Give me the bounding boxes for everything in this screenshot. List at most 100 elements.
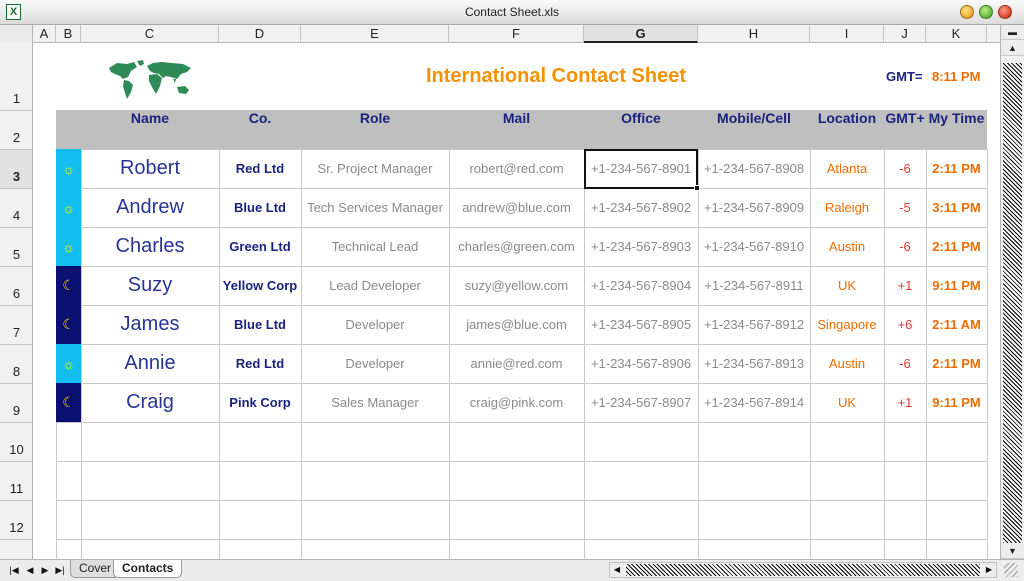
selected-cell-outline[interactable] — [584, 149, 698, 189]
cell-mobile[interactable]: +1-234-567-8910 — [698, 227, 810, 266]
cell-office[interactable]: +1-234-567-8906 — [584, 344, 698, 383]
cell-location[interactable]: Atlanta — [810, 149, 884, 188]
maximize-button[interactable] — [979, 5, 993, 19]
fill-handle[interactable] — [694, 185, 700, 191]
cell-mobile[interactable]: +1-234-567-8908 — [698, 149, 810, 188]
cell-my-time[interactable]: 9:11 PM — [926, 266, 987, 305]
cell-name[interactable]: Suzy — [81, 266, 219, 305]
cell-mail[interactable]: craig@pink.com — [449, 383, 584, 422]
column-title-location[interactable]: Location — [810, 110, 884, 149]
cell-mobile[interactable]: +1-234-567-8913 — [698, 344, 810, 383]
cell-office[interactable]: +1-234-567-8902 — [584, 188, 698, 227]
cell-mail[interactable]: andrew@blue.com — [449, 188, 584, 227]
cell-role[interactable]: Tech Services Manager — [301, 188, 449, 227]
cell-company[interactable]: Pink Corp — [219, 383, 301, 422]
cell-role[interactable]: Technical Lead — [301, 227, 449, 266]
cell-name[interactable]: Andrew — [81, 188, 219, 227]
cell-company[interactable]: Blue Ltd — [219, 305, 301, 344]
row-header-2[interactable]: 2 — [0, 111, 32, 150]
cell-name[interactable]: James — [81, 305, 219, 344]
cell-office[interactable]: +1-234-567-8904 — [584, 266, 698, 305]
close-button[interactable] — [998, 5, 1012, 19]
column-header-b[interactable]: B — [56, 25, 81, 43]
cell-role[interactable]: Developer — [301, 305, 449, 344]
split-handle[interactable]: ▬ — [1001, 25, 1024, 40]
row-header-6[interactable]: 6 — [0, 267, 32, 306]
cell-gmt[interactable]: -6 — [884, 227, 926, 266]
cell-location[interactable]: UK — [810, 383, 884, 422]
cell-mobile[interactable]: +1-234-567-8912 — [698, 305, 810, 344]
cell-office[interactable]: +1-234-567-8907 — [584, 383, 698, 422]
cell-location[interactable]: UK — [810, 266, 884, 305]
column-header-j[interactable]: J — [884, 25, 926, 43]
cell-company[interactable]: Green Ltd — [219, 227, 301, 266]
scroll-up-button[interactable]: ▲ — [1001, 41, 1024, 56]
last-sheet-button[interactable]: ▶| — [53, 562, 67, 578]
cell-gmt[interactable]: +1 — [884, 266, 926, 305]
cell-role[interactable]: Sales Manager — [301, 383, 449, 422]
cell-office[interactable]: +1-234-567-8905 — [584, 305, 698, 344]
cell-gmt[interactable]: -5 — [884, 188, 926, 227]
horizontal-scrollbar[interactable]: ◀ ▶ — [609, 562, 997, 578]
sun-icon[interactable]: ☼ — [56, 188, 81, 227]
gmt-time[interactable]: 8:11 PM — [932, 69, 980, 84]
cell-location[interactable]: Austin — [810, 344, 884, 383]
column-header-a[interactable]: A — [33, 25, 56, 43]
select-all-corner[interactable] — [0, 25, 33, 43]
column-title-mobile[interactable]: Mobile/Cell — [698, 110, 810, 149]
cell-company[interactable]: Yellow Corp — [219, 266, 301, 305]
column-title-company[interactable]: Co. — [219, 110, 301, 149]
row-header-9[interactable]: 9 — [0, 384, 32, 423]
cell-my-time[interactable]: 2:11 PM — [926, 344, 987, 383]
column-header-g[interactable]: G — [584, 25, 698, 43]
vertical-scrollbar[interactable]: ▬ ▲ ▼ — [1000, 25, 1024, 559]
cell-mail[interactable]: james@blue.com — [449, 305, 584, 344]
cell-mail[interactable]: robert@red.com — [449, 149, 584, 188]
first-sheet-button[interactable]: |◀ — [7, 562, 21, 578]
cell-location[interactable]: Singapore — [810, 305, 884, 344]
cell-mail[interactable]: charles@green.com — [449, 227, 584, 266]
row-header-7[interactable]: 7 — [0, 306, 32, 345]
column-title-name[interactable]: Name — [81, 110, 219, 149]
cell-location[interactable]: Austin — [810, 227, 884, 266]
cell-role[interactable]: Developer — [301, 344, 449, 383]
scroll-right-button[interactable]: ▶ — [982, 563, 996, 577]
row-header-11[interactable]: 11 — [0, 462, 32, 501]
cell-my-time[interactable]: 2:11 PM — [926, 149, 987, 188]
cell-company[interactable]: Red Ltd — [219, 149, 301, 188]
column-title-role[interactable]: Role — [301, 110, 449, 149]
row-header-5[interactable]: 5 — [0, 228, 32, 267]
cell-office[interactable]: +1-234-567-8903 — [584, 227, 698, 266]
horizontal-scroll-track[interactable] — [626, 564, 980, 576]
tab-contacts[interactable]: Contacts — [113, 560, 183, 578]
cell-company[interactable]: Blue Ltd — [219, 188, 301, 227]
row-header-1[interactable]: 1 — [0, 43, 32, 111]
cell-mobile[interactable]: +1-234-567-8911 — [698, 266, 810, 305]
cell-name[interactable]: Annie — [81, 344, 219, 383]
cell-gmt[interactable]: +6 — [884, 305, 926, 344]
cell-mobile[interactable]: +1-234-567-8914 — [698, 383, 810, 422]
cell-my-time[interactable]: 9:11 PM — [926, 383, 987, 422]
cell-mail[interactable]: annie@red.com — [449, 344, 584, 383]
column-header-i[interactable]: I — [810, 25, 884, 43]
column-header-c[interactable]: C — [81, 25, 219, 43]
cell-location[interactable]: Raleigh — [810, 188, 884, 227]
vertical-scroll-track[interactable] — [1003, 63, 1022, 543]
cell-role[interactable]: Lead Developer — [301, 266, 449, 305]
cell-mobile[interactable]: +1-234-567-8909 — [698, 188, 810, 227]
scroll-left-button[interactable]: ◀ — [610, 563, 624, 577]
cell-gmt[interactable]: +1 — [884, 383, 926, 422]
moon-icon[interactable]: ☾ — [56, 383, 81, 422]
prev-sheet-button[interactable]: ◀ — [23, 562, 37, 578]
sun-icon[interactable]: ☼ — [56, 344, 81, 383]
column-header-h[interactable]: H — [698, 25, 810, 43]
column-title-office[interactable]: Office — [584, 110, 698, 149]
scroll-down-button[interactable]: ▼ — [1001, 544, 1024, 559]
cell-my-time[interactable]: 2:11 PM — [926, 227, 987, 266]
row-header-12[interactable]: 12 — [0, 501, 32, 540]
moon-icon[interactable]: ☾ — [56, 266, 81, 305]
sun-icon[interactable]: ☼ — [56, 227, 81, 266]
resize-grip[interactable] — [1004, 563, 1018, 577]
column-header-k[interactable]: K — [926, 25, 987, 43]
column-title-mail[interactable]: Mail — [449, 110, 584, 149]
